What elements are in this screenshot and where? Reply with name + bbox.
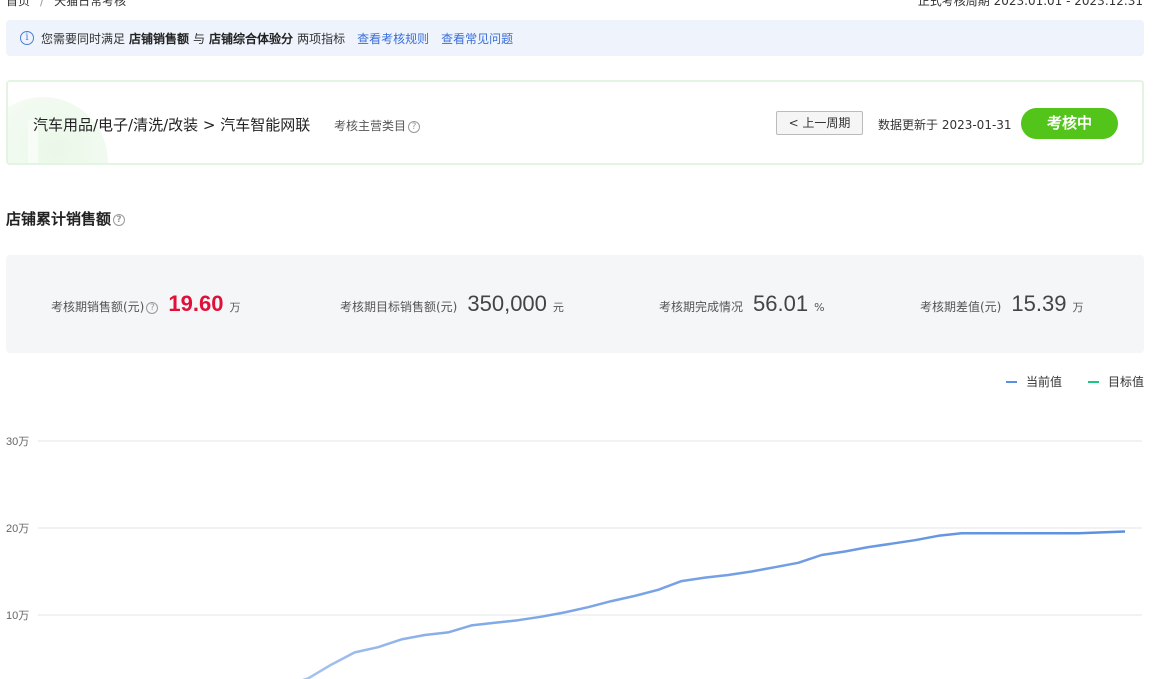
category-card: 汽车用品/电子/清洗/改装 > 汽车智能网联 考核主营类目? < 上一周期 数据… [6, 80, 1144, 165]
metric-target: 考核期目标销售额(元) 350,000 元 [340, 291, 564, 317]
metric-value: 19.60 [168, 291, 224, 316]
sales-line-chart: 10万 20万 30万 [6, 393, 1142, 679]
metric-label: 考核期差值(元) [920, 300, 1002, 314]
help-icon[interactable]: ? [408, 120, 421, 133]
breadcrumb-home[interactable]: 首页 [6, 0, 30, 8]
metric-unit: 万 [1072, 301, 1084, 314]
y-tick-label: 30万 [6, 436, 29, 448]
metric-value: 350,000 [467, 291, 547, 316]
breadcrumb-separator: / [40, 0, 45, 8]
y-tick-label: 20万 [6, 523, 29, 535]
metric-unit: % [814, 301, 825, 314]
series-line-current[interactable] [168, 530, 1126, 679]
notice-prefix: 您需要同时满足 [41, 31, 126, 46]
metric-sales: 考核期销售额(元)? 19.60 万 [51, 291, 240, 317]
metric-label: 考核期销售额(元)? [51, 298, 159, 315]
metric-label: 考核期目标销售额(元) [340, 300, 458, 314]
previous-period-button[interactable]: < 上一周期 [776, 111, 863, 135]
notice-suffix: 两项指标 [297, 31, 346, 46]
top-bar: 首页 / 天猫日常考核 正式考核周期 2023.01.01 - 2023.12.31 [0, 0, 1163, 8]
section-title: 店铺累计销售额? [6, 208, 126, 229]
view-faq-link[interactable]: 查看常见问题 [441, 30, 513, 47]
notice-metric-sales: 店铺销售额 [129, 31, 190, 46]
notice-metric-experience: 店铺综合体验分 [209, 31, 294, 46]
metric-unit: 万 [229, 301, 241, 314]
data-updated-text: 数据更新于 2023-01-31 [878, 118, 1012, 132]
metric-label-text: 考核期销售额(元) [51, 300, 145, 314]
category-label-text: 考核主营类目 [334, 119, 407, 133]
category-label: 考核主营类目? [334, 117, 421, 134]
category-path: 汽车用品/电子/清洗/改装 > 汽车智能网联 [33, 116, 311, 134]
metric-label: 考核期完成情况 [659, 300, 744, 314]
breadcrumb-current: 天猫日常考核 [54, 0, 127, 8]
status-badge: 考核中 [1021, 108, 1118, 139]
help-icon[interactable]: ? [146, 301, 159, 314]
view-rules-link[interactable]: 查看考核规则 [357, 30, 429, 47]
metric-unit: 元 [552, 301, 564, 314]
metric-gap: 考核期差值(元) 15.39 万 [920, 291, 1083, 317]
metrics-panel: 考核期销售额(元)? 19.60 万 考核期目标销售额(元) 350,000 元… [6, 255, 1144, 353]
metric-completion: 考核期完成情况 56.01 % [659, 291, 825, 317]
section-title-text: 店铺累计销售额 [6, 210, 112, 228]
metric-value: 56.01 [753, 291, 809, 316]
help-icon[interactable]: ? [113, 213, 126, 226]
metric-value: 15.39 [1011, 291, 1067, 316]
notice-and: 与 [193, 31, 206, 46]
info-icon: i [20, 31, 34, 45]
assessment-period: 正式考核周期 2023.01.01 - 2023.12.31 [917, 0, 1143, 8]
notice-bar: i 您需要同时满足 店铺销售额 与 店铺综合体验分 两项指标 查看考核规则 查看… [6, 20, 1144, 56]
y-tick-label: 10万 [6, 610, 29, 622]
breadcrumb: 首页 / 天猫日常考核 [6, 0, 126, 9]
